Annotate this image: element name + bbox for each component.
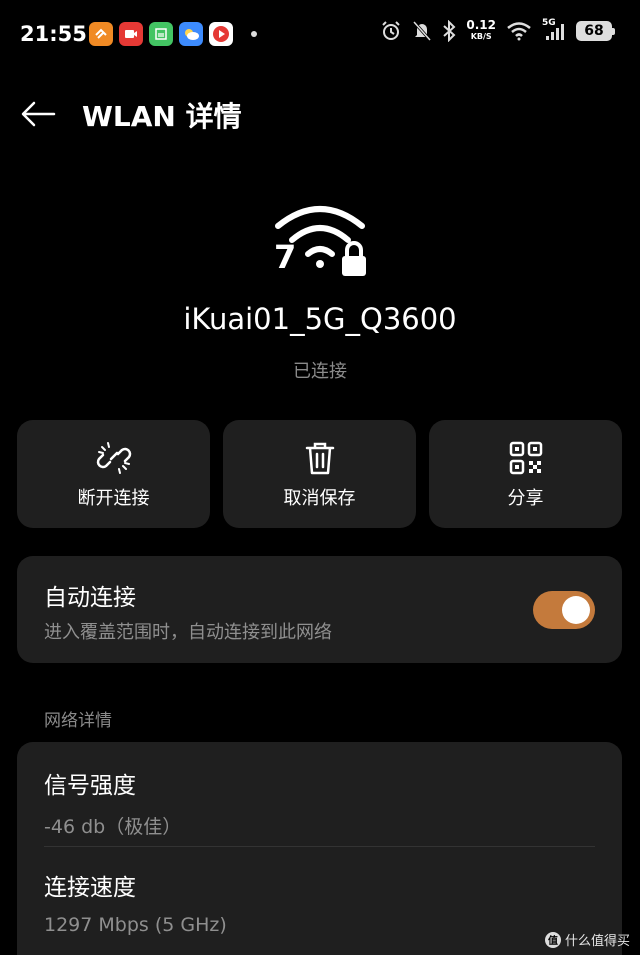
wifi-generation-badge: 7 <box>274 238 297 276</box>
notification-app-icons <box>89 22 257 46</box>
trash-icon <box>300 438 340 478</box>
system-icons: 0.12 KB/S 5G 68 <box>380 18 615 42</box>
qr-code-icon <box>506 438 546 478</box>
network-speed: 0.12 KB/S <box>466 18 496 42</box>
app-icon-red-play <box>209 22 233 46</box>
status-bar: 21:55 0.12 KB/S 5G 68 <box>0 0 640 70</box>
app-icon-red <box>119 22 143 46</box>
wifi7-locked-icon: 7 <box>268 200 372 280</box>
arrow-left-icon <box>21 101 56 127</box>
share-button[interactable]: 分享 <box>429 420 622 528</box>
signal-strength-value: -46 db（极佳） <box>44 816 182 838</box>
link-speed-value: 1297 Mbps (5 GHz) <box>44 914 227 936</box>
battery-indicator: 68 <box>576 21 615 41</box>
alarm-icon <box>382 21 401 40</box>
page-title: WLAN 详情 <box>82 100 242 133</box>
disconnect-label: 断开连接 <box>77 488 150 509</box>
watermark-logo: 值 <box>544 931 561 948</box>
auto-connect-description: 进入覆盖范围时，自动连接到此网络 <box>44 622 332 643</box>
status-time: 21:55 <box>20 22 87 46</box>
link-speed-label: 连接速度 <box>44 875 136 901</box>
mute-icon <box>413 21 432 41</box>
bluetooth-icon <box>443 20 456 42</box>
share-label: 分享 <box>507 488 544 509</box>
network-speed-unit: KB/S <box>470 32 492 41</box>
cellular-signal: 5G <box>542 18 566 42</box>
signal-bars-icon <box>546 24 564 40</box>
auto-connect-title: 自动连接 <box>44 585 136 611</box>
network-speed-value: 0.12 <box>466 18 496 32</box>
connection-status: 已连接 <box>293 361 347 382</box>
divider <box>44 846 595 847</box>
forget-network-button[interactable]: 取消保存 <box>223 420 416 528</box>
app-icon-orange <box>89 22 113 46</box>
link-speed-row: 连接速度 1297 Mbps (5 GHz) <box>44 868 595 936</box>
wifi-status-icon <box>507 22 531 41</box>
auto-connect-card: 自动连接 进入覆盖范围时，自动连接到此网络 <box>17 556 622 663</box>
app-icon-weather <box>179 22 203 46</box>
watermark: 值 什么值得买 <box>544 930 630 949</box>
network-ssid: iKuai01_5G_Q3600 <box>183 302 457 336</box>
signal-strength-label: 信号强度 <box>44 773 136 799</box>
back-button[interactable] <box>16 94 60 134</box>
auto-connect-toggle[interactable] <box>533 591 595 629</box>
disconnect-button[interactable]: 断开连接 <box>17 420 210 528</box>
toggle-knob <box>562 596 590 624</box>
network-details-card: 信号强度 -46 db（极佳） 连接速度 1297 Mbps (5 GHz) <box>17 742 622 955</box>
unlink-icon <box>94 438 134 478</box>
app-icon-green <box>149 22 173 46</box>
signal-strength-row: 信号强度 -46 db（极佳） <box>44 766 595 839</box>
section-label-network-details: 网络详情 <box>44 711 112 731</box>
forget-network-label: 取消保存 <box>283 488 356 509</box>
watermark-text: 什么值得买 <box>564 934 630 949</box>
more-notifications-dot <box>251 31 257 37</box>
